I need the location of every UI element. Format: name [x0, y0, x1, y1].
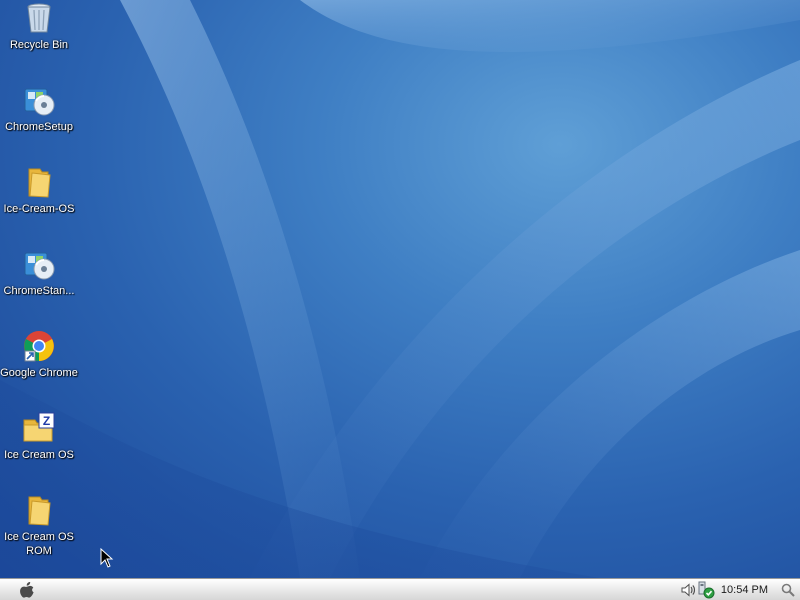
desktop-icon-recycle-bin[interactable]: Recycle Bin: [0, 0, 78, 52]
desktop-icon-label: Ice-Cream-OS: [3, 203, 75, 215]
desktop-icon-google-chrome[interactable]: Google Chrome: [0, 328, 78, 380]
desktop[interactable]: Recycle Bin ChromeSetup Ice-Cream-OS Chr…: [0, 0, 800, 578]
installer-icon: [21, 246, 57, 282]
desktop-icon-label: ChromeSetup: [5, 121, 73, 133]
desktop-icon-ice-cream-os-zip[interactable]: Z Ice Cream OS: [0, 410, 78, 462]
wallpaper-swooshes: [0, 0, 800, 578]
network-shield-icon: [698, 581, 715, 598]
search-button[interactable]: [776, 580, 800, 600]
desktop-icon-label: Ice Cream OS: [4, 449, 74, 461]
recycle-bin-icon: [21, 0, 57, 36]
system-tray: 10:54 PM: [679, 579, 800, 600]
mouse-cursor-icon: [100, 548, 114, 568]
apple-icon: [20, 581, 34, 598]
volume-icon: [681, 582, 695, 597]
desktop-icon-chromestandalone[interactable]: ChromeStan...: [0, 246, 78, 298]
desktop-icon-ice-cream-os-folder[interactable]: Ice-Cream-OS: [0, 164, 78, 216]
desktop-icon-label: ChromeStan...: [3, 285, 75, 297]
desktop-icon-ice-cream-os-rom[interactable]: Ice Cream OS ROM: [0, 492, 78, 558]
desktop-icon-label: Ice Cream OS ROM: [4, 531, 74, 557]
folder-icon: [21, 492, 57, 528]
desktop-icon-label: Google Chrome: [0, 367, 78, 379]
desktop-icons: Recycle Bin ChromeSetup Ice-Cream-OS Chr…: [0, 0, 80, 578]
network-button[interactable]: [697, 581, 715, 599]
folder-icon: [21, 164, 57, 200]
svg-text:Z: Z: [43, 414, 50, 428]
desktop-icon-label: Recycle Bin: [9, 39, 69, 51]
zip-folder-icon: Z: [21, 410, 57, 446]
installer-icon: [21, 82, 57, 118]
search-icon: [781, 583, 795, 597]
volume-button[interactable]: [679, 581, 697, 599]
start-button[interactable]: [14, 580, 40, 599]
desktop-icon-chromesetup[interactable]: ChromeSetup: [0, 82, 78, 134]
chrome-icon: [21, 328, 57, 364]
system-clock[interactable]: 10:54 PM: [721, 584, 768, 596]
taskbar: 10:54 PM: [0, 578, 800, 600]
